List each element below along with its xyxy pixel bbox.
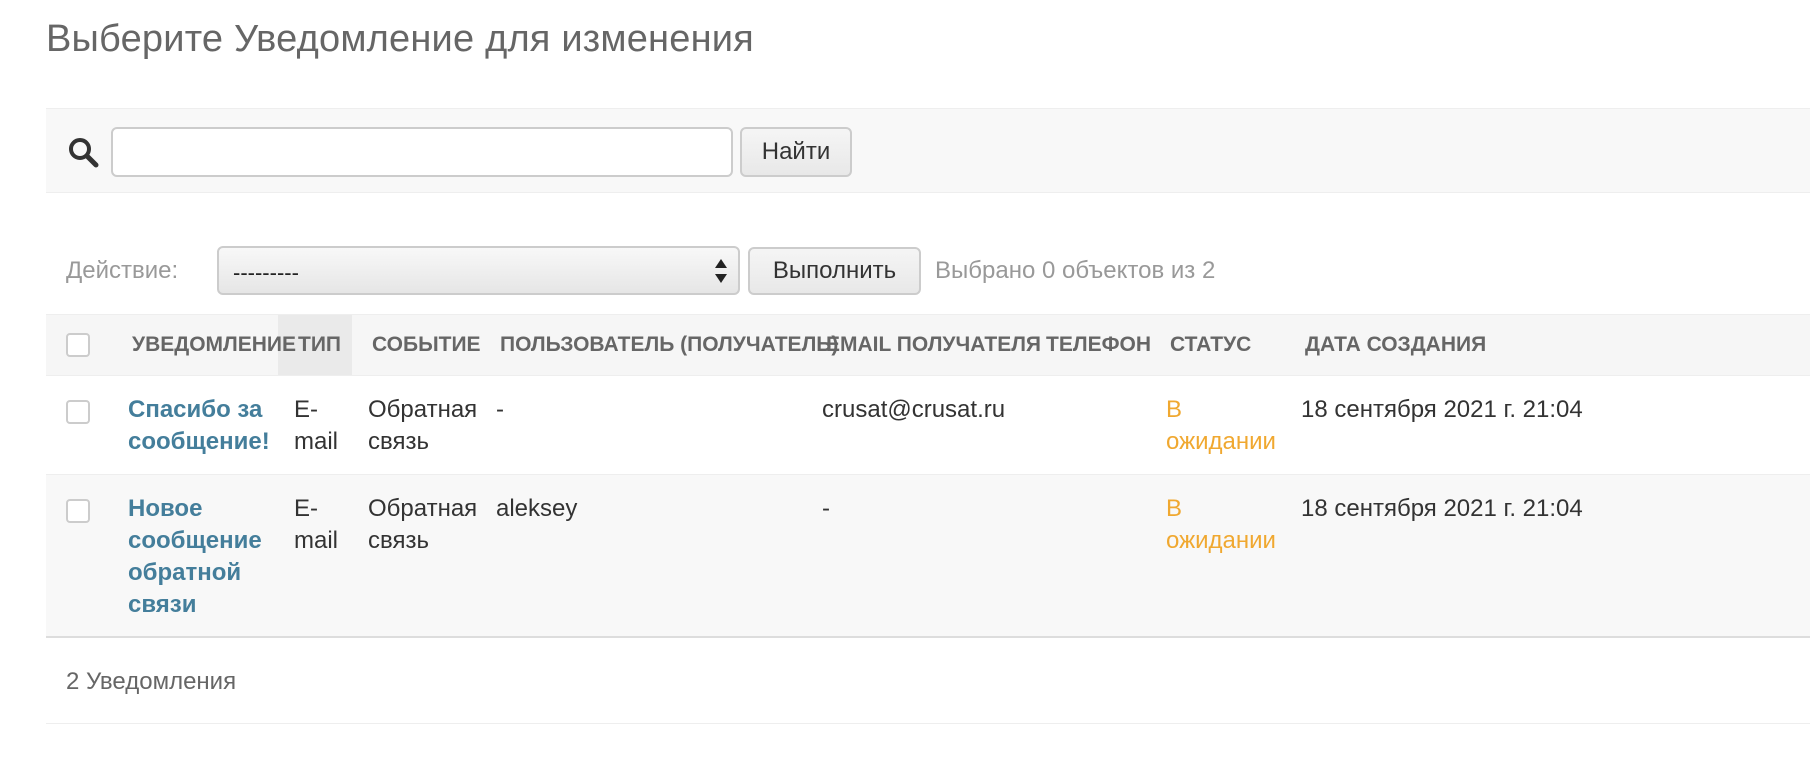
- search-toolbar: Найти: [46, 108, 1810, 193]
- search-input[interactable]: [111, 127, 733, 177]
- column-header-event[interactable]: Событие: [352, 314, 481, 376]
- phone-cell: [1026, 375, 1150, 475]
- user-cell: -: [480, 375, 806, 475]
- select-all-checkbox[interactable]: [66, 333, 90, 358]
- email-cell: -: [806, 474, 1026, 638]
- column-header-notification[interactable]: Уведомление: [112, 314, 296, 376]
- row-checkbox[interactable]: [66, 498, 90, 523]
- search-icon: [69, 138, 99, 168]
- actions-bar: Действие: --------- Выполнить Выбрано 0 …: [46, 246, 1810, 296]
- action-select-value: ---------: [233, 260, 299, 285]
- table-row: Спасибо за сообщение! E-mail Обратная связ…: [46, 375, 1810, 475]
- user-cell: aleksey: [480, 474, 806, 638]
- run-action-button[interactable]: Выполнить: [748, 247, 921, 295]
- table-header-row: Уведомление Тип Событие Пользователь (по…: [46, 314, 1810, 376]
- results-table: Уведомление Тип Событие Пользователь (по…: [46, 314, 1810, 638]
- type-cell: E-mail: [278, 375, 352, 475]
- type-cell: E-mail: [278, 474, 352, 638]
- event-cell: Обратная связь: [352, 474, 480, 638]
- change-list-page: Выберите Уведомление для изменения Найти…: [0, 0, 1810, 758]
- created-cell: 18 сентября 2021 г. 21:04: [1285, 375, 1810, 475]
- page-title: Выберите Уведомление для изменения: [46, 18, 754, 60]
- action-select[interactable]: ---------: [217, 246, 740, 295]
- select-all-cell: [46, 314, 112, 376]
- selection-counter: Выбрано 0 объектов из 2: [935, 257, 1216, 284]
- email-cell: crusat@crusat.ru: [806, 375, 1026, 475]
- notification-link[interactable]: Новое сообщение обратной связи: [128, 495, 262, 618]
- column-header-type[interactable]: Тип: [278, 314, 352, 376]
- column-header-email[interactable]: Email получателя: [806, 314, 1041, 376]
- row-checkbox[interactable]: [66, 399, 90, 424]
- column-header-status[interactable]: Статус: [1150, 314, 1285, 376]
- result-count: 2 Уведомления: [66, 668, 237, 695]
- notification-link[interactable]: Спасибо за сообщение!: [128, 396, 270, 455]
- table-row: Новое сообщение обратной связи E-mail Обрат…: [46, 474, 1810, 638]
- paginator: 2 Уведомления: [46, 636, 1810, 724]
- status-cell: Вожидании: [1150, 474, 1285, 638]
- select-arrows-icon: [715, 259, 727, 283]
- column-header-phone[interactable]: Телефон: [1026, 314, 1151, 376]
- column-header-user[interactable]: Пользователь (получатель): [480, 314, 838, 376]
- phone-cell: [1026, 474, 1150, 638]
- column-header-created[interactable]: Дата создания: [1285, 314, 1810, 376]
- created-cell: 18 сентября 2021 г. 21:04: [1285, 474, 1810, 638]
- action-label: Действие:: [66, 257, 179, 284]
- search-button[interactable]: Найти: [740, 127, 852, 177]
- status-cell: Вожидании: [1150, 375, 1285, 475]
- event-cell: Обратная связь: [352, 375, 480, 475]
